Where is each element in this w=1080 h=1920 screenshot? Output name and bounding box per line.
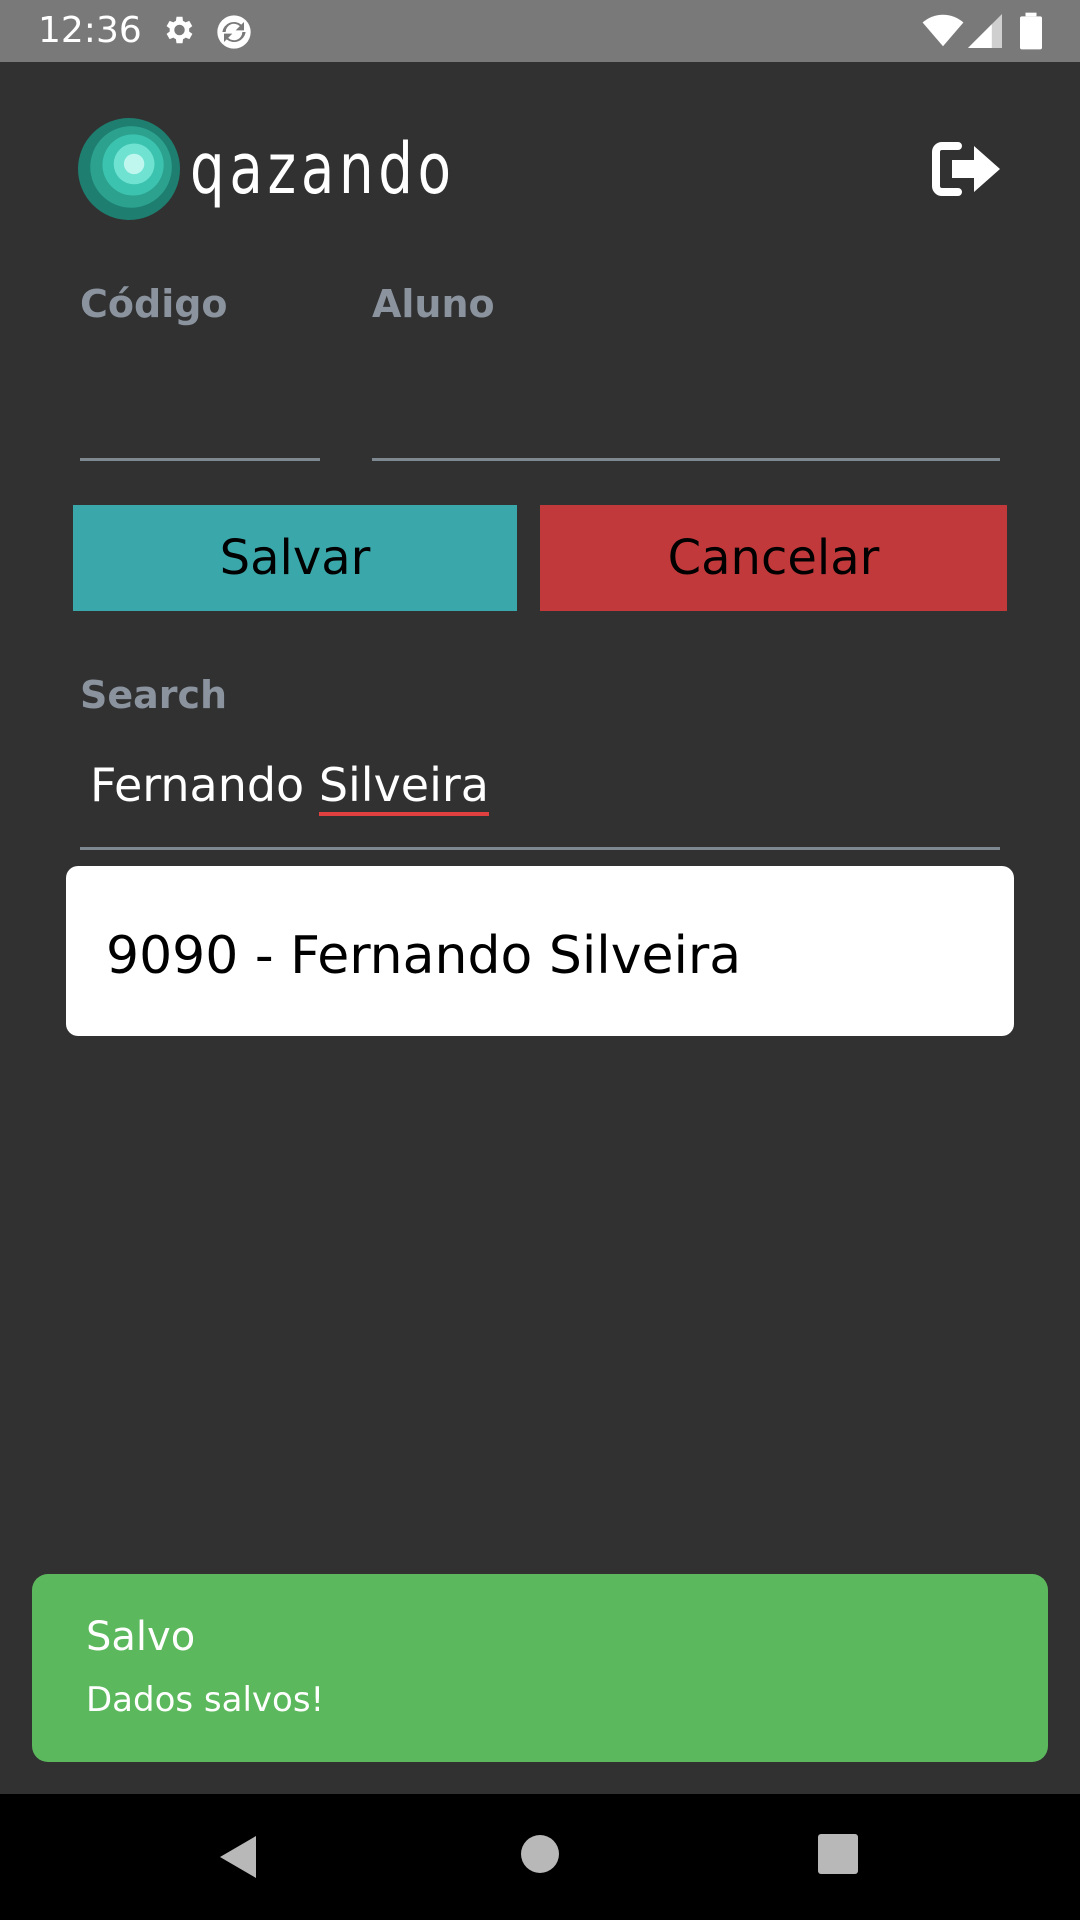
- success-toast: Salvo Dados salvos!: [32, 1574, 1048, 1762]
- codigo-field[interactable]: [80, 390, 320, 446]
- toast-message: Dados salvos!: [86, 1680, 325, 1720]
- codigo-underline: [80, 458, 320, 461]
- logo-text: qazando: [190, 128, 456, 210]
- home-icon[interactable]: [520, 1834, 560, 1874]
- search-value-second: Silveira: [318, 758, 489, 816]
- battery-icon: [1020, 12, 1042, 50]
- result-list-item[interactable]: 9090 - Fernando Silveira: [66, 866, 1014, 1036]
- status-time: 12:36: [38, 10, 142, 51]
- cancel-button[interactable]: Cancelar: [540, 505, 1007, 611]
- recents-icon[interactable]: [818, 1834, 858, 1874]
- codigo-label: Código: [80, 282, 228, 326]
- save-button[interactable]: Salvar: [73, 505, 517, 611]
- navigation-bar: [0, 1794, 1080, 1920]
- gear-icon: [166, 16, 193, 44]
- sync-icon: [217, 15, 251, 49]
- logo-mark: [78, 118, 180, 220]
- search-value-first: Fernando: [90, 758, 305, 812]
- aluno-field[interactable]: [372, 390, 1000, 446]
- back-icon[interactable]: [218, 1834, 258, 1880]
- aluno-underline: [372, 458, 1000, 461]
- signal-icon: [968, 14, 1002, 48]
- search-underline: [80, 847, 1000, 850]
- aluno-label: Aluno: [372, 282, 495, 326]
- result-item-text: 9090 - Fernando Silveira: [106, 926, 742, 986]
- wifi-icon: [922, 14, 964, 47]
- search-input[interactable]: Fernando Silveira: [90, 758, 489, 816]
- toast-title: Salvo: [86, 1614, 196, 1660]
- status-bar: 12:36: [0, 0, 1080, 62]
- search-label: Search: [80, 673, 228, 717]
- logout-icon[interactable]: [930, 140, 1002, 198]
